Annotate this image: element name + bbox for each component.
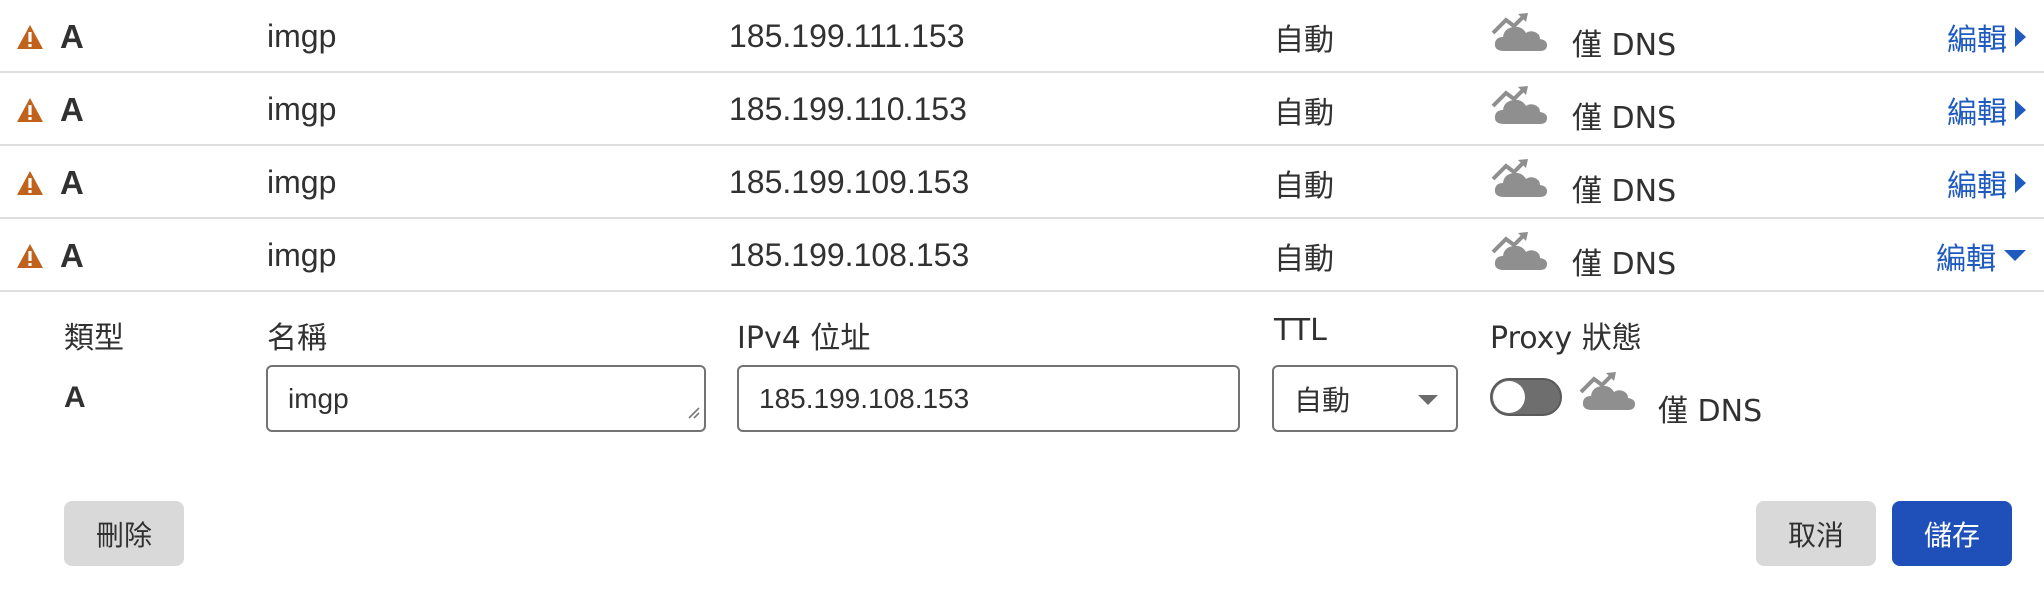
- ipv4-input-value: 185.199.108.153: [759, 382, 970, 414]
- chevron-right-icon: [2015, 99, 2026, 120]
- record-ttl: 自動: [1274, 95, 1334, 131]
- record-proxy-status: 僅 DNS: [1490, 146, 1676, 219]
- proxy-toggle[interactable]: [1490, 378, 1562, 416]
- record-name: imgp: [267, 91, 337, 127]
- edit-label: 編輯: [1936, 241, 1996, 277]
- record-content: 185.199.111.153: [729, 18, 965, 54]
- name-field-label: 名稱: [267, 321, 327, 356]
- chevron-right-icon: [2015, 26, 2026, 47]
- ttl-select-value: 自動: [1294, 384, 1351, 416]
- ipv4-field-label: IPv4 位址: [737, 321, 871, 356]
- edit-record-link[interactable]: 編輯: [1947, 73, 2026, 146]
- record-proxy-status: 僅 DNS: [1490, 0, 1676, 73]
- record-content: 185.199.110.153: [729, 91, 967, 127]
- record-type-value: A: [64, 381, 86, 414]
- proxy-status-label: 僅 DNS: [1658, 394, 1763, 429]
- record-ttl: 自動: [1274, 168, 1334, 204]
- dns-record-row: A imgp 185.199.110.153 自動 僅 DNS 編輯: [0, 73, 2044, 146]
- edit-label: 編輯: [1947, 168, 2007, 204]
- record-ttl: 自動: [1274, 22, 1334, 58]
- resize-handle-icon[interactable]: [686, 394, 700, 426]
- record-type: A: [60, 236, 84, 274]
- dns-only-cloud-icon: [1578, 370, 1638, 419]
- proxy-status-label: 僅 DNS: [1572, 27, 1677, 63]
- ttl-field-label: TTL: [1274, 313, 1327, 348]
- edit-label: 編輯: [1947, 95, 2007, 131]
- delete-button[interactable]: 刪除: [64, 501, 184, 566]
- ipv4-input[interactable]: 185.199.108.153: [737, 365, 1240, 432]
- dns-record-row-expanded: A imgp 185.199.108.153 自動 僅 DNS 編輯: [0, 219, 2044, 292]
- save-button[interactable]: 儲存: [1892, 501, 2012, 566]
- dns-only-cloud-icon: [1490, 84, 1550, 136]
- proxy-field-label: Proxy 狀態: [1490, 321, 1642, 356]
- warning-icon: [16, 73, 44, 146]
- name-input[interactable]: imgp: [266, 365, 706, 432]
- record-proxy-status: 僅 DNS: [1490, 219, 1676, 292]
- chevron-right-icon: [2015, 172, 2026, 193]
- warning-icon: [16, 146, 44, 219]
- dns-only-cloud-icon: [1490, 11, 1550, 63]
- proxy-status-label: 僅 DNS: [1572, 173, 1677, 209]
- record-type: A: [60, 17, 84, 55]
- name-input-value: imgp: [288, 382, 349, 414]
- dns-record-row: A imgp 185.199.111.153 自動 僅 DNS 編輯: [0, 0, 2044, 73]
- cancel-button[interactable]: 取消: [1756, 501, 1876, 566]
- type-field-label: 類型: [64, 321, 124, 356]
- record-content: 185.199.109.153: [729, 164, 970, 200]
- record-proxy-status: 僅 DNS: [1490, 73, 1676, 146]
- record-name: imgp: [267, 237, 337, 273]
- record-name: imgp: [267, 164, 337, 200]
- proxy-status-label: 僅 DNS: [1572, 100, 1677, 136]
- record-ttl: 自動: [1274, 241, 1334, 277]
- dns-only-cloud-icon: [1490, 157, 1550, 209]
- dns-record-row: A imgp 185.199.109.153 自動 僅 DNS 編輯: [0, 146, 2044, 219]
- dns-only-cloud-icon: [1490, 230, 1550, 282]
- chevron-down-icon: [2004, 250, 2026, 261]
- record-content: 185.199.108.153: [729, 237, 970, 273]
- warning-icon: [16, 219, 44, 292]
- toggle-knob: [1493, 381, 1525, 413]
- record-name: imgp: [267, 18, 337, 54]
- warning-icon: [16, 0, 44, 73]
- record-type: A: [60, 163, 84, 201]
- ttl-select[interactable]: 自動: [1272, 365, 1458, 432]
- chevron-down-icon: [1418, 395, 1438, 405]
- proxy-status-label: 僅 DNS: [1572, 246, 1677, 282]
- record-type: A: [60, 90, 84, 128]
- edit-record-link[interactable]: 編輯: [1947, 146, 2026, 219]
- edit-label: 編輯: [1947, 22, 2007, 58]
- edit-record-link[interactable]: 編輯: [1947, 0, 2026, 73]
- edit-record-link[interactable]: 編輯: [1936, 219, 2026, 292]
